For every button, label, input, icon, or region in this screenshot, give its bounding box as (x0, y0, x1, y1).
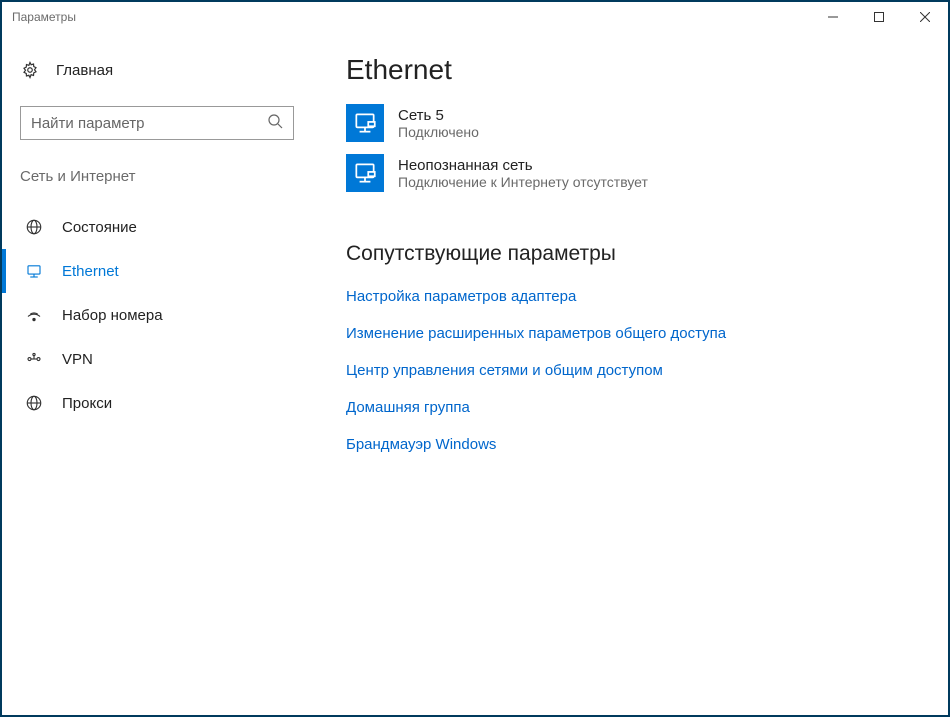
sidebar-item-label: VPN (62, 351, 93, 368)
sidebar-item-label: Состояние (62, 219, 137, 236)
network-info: Сеть 5 Подключено (398, 107, 479, 140)
globe-icon (24, 217, 44, 237)
vpn-icon (24, 349, 44, 369)
search-icon (267, 113, 283, 134)
search-input[interactable] (31, 115, 267, 132)
network-list: Сеть 5 Подключено Неопознанная сеть Подк… (346, 104, 924, 192)
window-title: Параметры (12, 10, 810, 24)
link-adapter-settings[interactable]: Настройка параметров адаптера (346, 288, 924, 305)
titlebar: Параметры (2, 2, 948, 32)
link-network-sharing-center[interactable]: Центр управления сетями и общим доступом (346, 362, 924, 379)
category-label: Сеть и Интернет (20, 168, 312, 185)
page-title: Ethernet (346, 54, 924, 86)
sidebar-item-dialup[interactable]: Набор номера (2, 293, 312, 337)
content-area: Главная Сеть и Интернет (2, 32, 948, 715)
main-panel: Ethernet Сеть 5 Подключено (312, 32, 948, 715)
network-name: Неопознанная сеть (398, 157, 648, 174)
ethernet-icon (24, 261, 44, 281)
sidebar-item-proxy[interactable]: Прокси (2, 381, 312, 425)
sidebar-item-label: Прокси (62, 395, 112, 412)
sidebar-item-label: Набор номера (62, 307, 163, 324)
nav-list: Состояние Ethernet (2, 205, 312, 425)
network-icon (346, 104, 384, 142)
network-status: Подключено (398, 124, 479, 140)
close-button[interactable] (902, 2, 948, 32)
sidebar: Главная Сеть и Интернет (2, 32, 312, 715)
related-links: Настройка параметров адаптера Изменение … (346, 288, 924, 453)
network-status: Подключение к Интернету отсутствует (398, 174, 648, 190)
settings-window: Параметры Главная (0, 0, 950, 717)
network-name: Сеть 5 (398, 107, 479, 124)
related-heading: Сопутствующие параметры (346, 242, 924, 266)
network-item[interactable]: Сеть 5 Подключено (346, 104, 924, 142)
window-controls (810, 2, 948, 32)
sidebar-item-ethernet[interactable]: Ethernet (2, 249, 312, 293)
home-button[interactable]: Главная (2, 54, 312, 86)
link-windows-firewall[interactable]: Брандмауэр Windows (346, 436, 924, 453)
network-icon (346, 154, 384, 192)
network-info: Неопознанная сеть Подключение к Интернет… (398, 157, 648, 190)
minimize-button[interactable] (810, 2, 856, 32)
maximize-button[interactable] (856, 2, 902, 32)
home-label: Главная (56, 62, 113, 79)
dialup-icon (24, 305, 44, 325)
sidebar-item-status[interactable]: Состояние (2, 205, 312, 249)
network-item[interactable]: Неопознанная сеть Подключение к Интернет… (346, 154, 924, 192)
search-box[interactable] (20, 106, 294, 140)
proxy-icon (24, 393, 44, 413)
link-homegroup[interactable]: Домашняя группа (346, 399, 924, 416)
sidebar-item-vpn[interactable]: VPN (2, 337, 312, 381)
sidebar-item-label: Ethernet (62, 263, 119, 280)
link-advanced-sharing[interactable]: Изменение расширенных параметров общего … (346, 325, 924, 342)
gear-icon (20, 60, 40, 80)
